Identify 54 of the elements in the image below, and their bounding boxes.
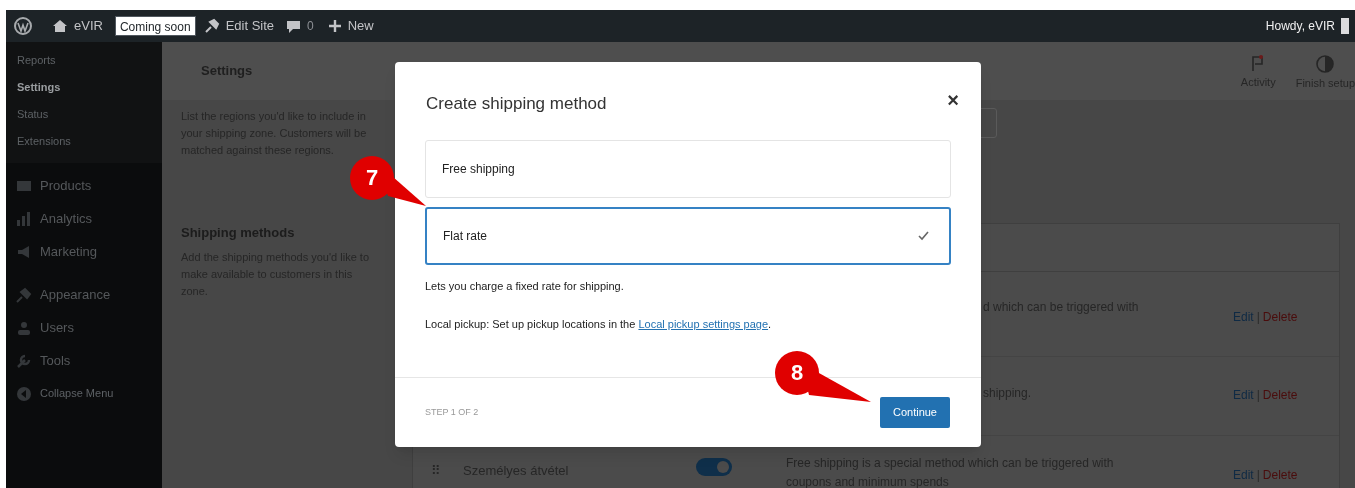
comment-count: 0 <box>307 18 314 35</box>
greeting-link[interactable]: Howdy, eVIR <box>1265 17 1335 35</box>
link-separator: | <box>1256 467 1260 484</box>
check-icon <box>918 230 929 241</box>
menu-item[interactable]: Analytics <box>40 208 93 229</box>
menu-item[interactable]: Products <box>40 175 92 196</box>
flag-icon <box>1251 54 1266 72</box>
new-link[interactable]: New <box>347 16 374 36</box>
collapse-icon[interactable] <box>16 385 32 402</box>
menu-item[interactable]: Tools <box>40 350 71 371</box>
menu-item[interactable]: Marketing <box>40 241 98 262</box>
drag-handle[interactable]: ⠿ <box>431 463 441 478</box>
avatar[interactable] <box>1341 18 1349 34</box>
site-name-link[interactable]: eVIR <box>74 16 103 36</box>
link-separator: | <box>1256 387 1260 404</box>
edit-link[interactable]: Edit <box>1233 386 1254 404</box>
plus-icon[interactable] <box>327 19 342 33</box>
comment-icon[interactable] <box>286 18 302 34</box>
submenu-item[interactable]: Status <box>6 101 162 128</box>
edit-link[interactable]: Edit <box>1233 466 1254 484</box>
user-icon[interactable] <box>16 319 32 336</box>
delete-link[interactable]: Delete <box>1262 466 1298 484</box>
edit-site-link[interactable]: Edit Site <box>225 16 275 36</box>
callout-number: 8 <box>789 361 805 385</box>
menu-item[interactable]: Users <box>40 317 74 338</box>
wrench-icon[interactable] <box>16 352 32 369</box>
modal-title: Create shipping method <box>426 93 607 115</box>
option-description: Lets you charge a fixed rate for shipping. <box>424 278 625 294</box>
wordpress-logo-icon[interactable] <box>14 17 32 35</box>
submenu-item[interactable]: Reports <box>6 47 162 74</box>
delete-link[interactable]: Delete <box>1262 386 1298 404</box>
submenu-item[interactable]: Settings <box>6 74 162 101</box>
submenu-item[interactable]: Extensions <box>6 128 162 155</box>
local-pickup-text: Local pickup: Set up pickup locations in the Local pickup settings page. <box>424 317 773 332</box>
settings-link[interactable]: Local pickup settings page <box>638 318 769 330</box>
brush-icon[interactable] <box>16 286 32 303</box>
step-indicator: STEP 1 OF 2 <box>425 405 479 419</box>
callout-number: 7 <box>364 166 380 190</box>
home-icon[interactable] <box>52 18 68 34</box>
delete-link[interactable]: Delete <box>1262 308 1298 326</box>
bar-chart-icon[interactable] <box>16 210 32 227</box>
close-button[interactable]: × <box>947 91 959 109</box>
shipping-option[interactable]: Free shipping <box>425 139 951 198</box>
toggle-switch[interactable] <box>696 458 732 476</box>
continue-button[interactable]: Continue <box>879 397 950 428</box>
link-separator: | <box>1256 309 1260 326</box>
menu-item[interactable]: Collapse Menu <box>40 385 114 402</box>
edit-link[interactable]: Edit <box>1233 308 1254 326</box>
menu-item[interactable]: Appearance <box>40 284 111 305</box>
megaphone-icon[interactable] <box>16 243 32 260</box>
status-badge[interactable]: Coming soon <box>114 16 196 36</box>
half-circle-icon <box>1316 54 1335 73</box>
shipping-option[interactable]: Flat rate <box>425 206 951 265</box>
pin-icon <box>203 18 220 34</box>
